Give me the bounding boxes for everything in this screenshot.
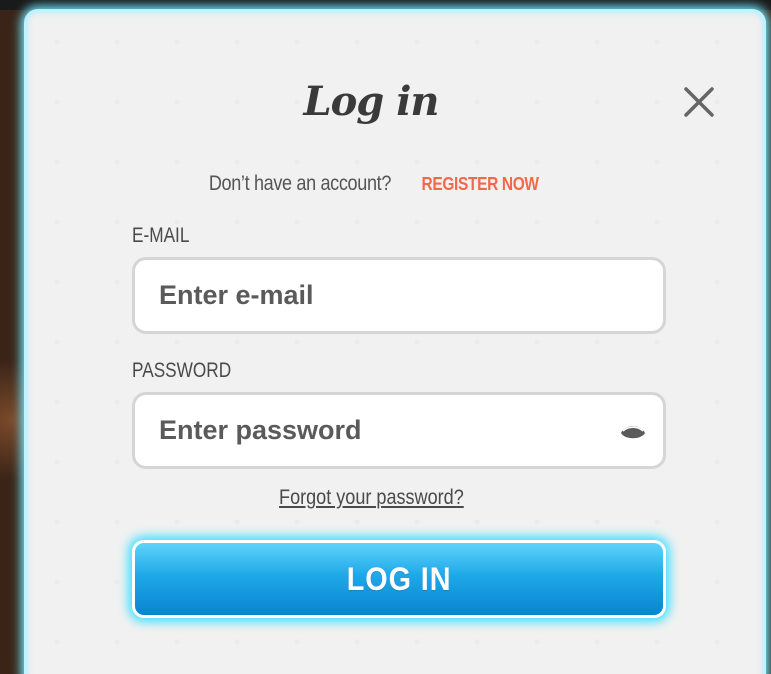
login-button[interactable]: LOG IN (132, 540, 666, 618)
forgot-password-link[interactable]: Forgot your password? (279, 486, 464, 510)
password-field[interactable] (135, 395, 663, 466)
register-now-link[interactable]: REGISTER NOW (421, 174, 538, 195)
close-button[interactable] (679, 82, 719, 122)
register-prompt-line: Don’t have an account? REGISTER NOW (27, 172, 715, 196)
email-field-wrapper (132, 257, 666, 334)
password-field-wrapper (132, 392, 666, 469)
register-prompt-text: Don’t have an account? (209, 172, 392, 195)
password-label: PASSWORD (132, 359, 232, 382)
eye-icon (621, 426, 645, 439)
forgot-password-row: Forgot your password? (27, 486, 715, 510)
show-password-toggle[interactable] (619, 421, 647, 443)
login-button-label: LOG IN (346, 561, 452, 597)
email-field[interactable] (135, 260, 663, 331)
login-modal: Log in Don’t have an account? REGISTER N… (24, 9, 766, 674)
email-label: E-MAIL (132, 224, 190, 247)
close-icon (684, 87, 714, 117)
modal-title: Log in (303, 78, 440, 125)
